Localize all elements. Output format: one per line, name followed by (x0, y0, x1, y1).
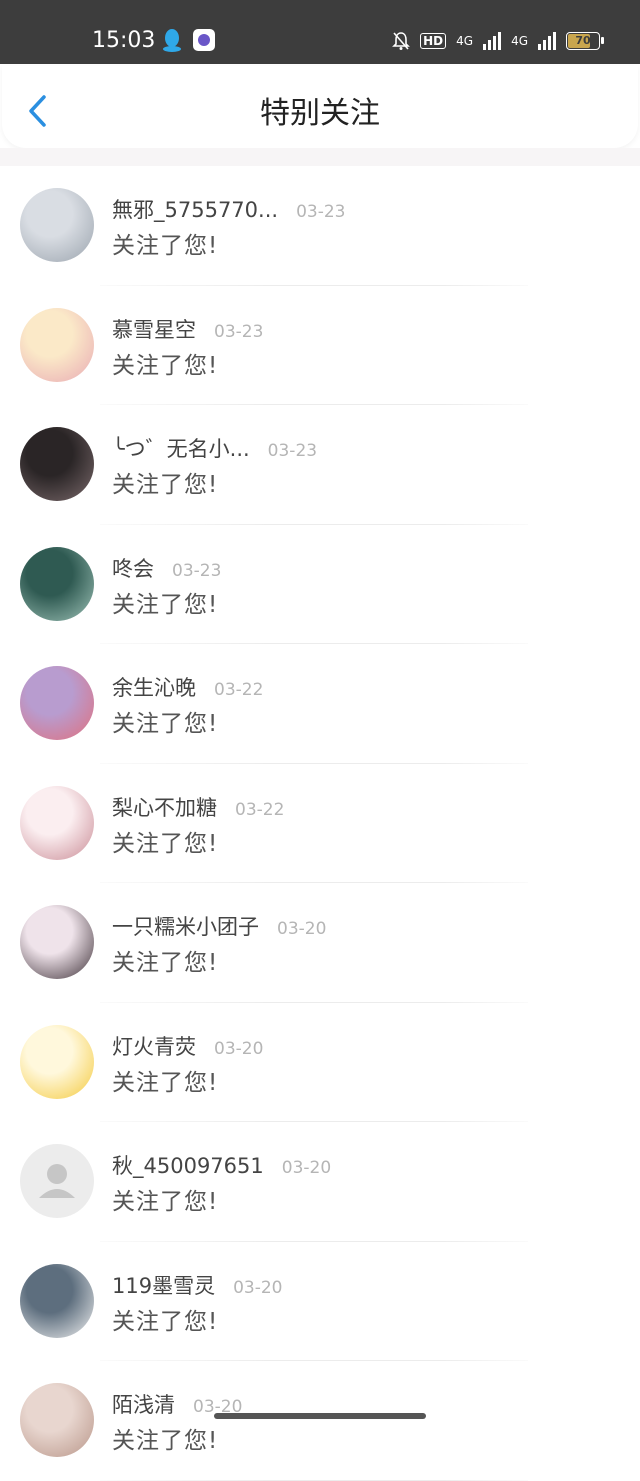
name-line: 慕雪星空 03-23 (112, 314, 263, 344)
default-user-icon (20, 1144, 94, 1218)
follow-date: 03-23 (267, 441, 318, 461)
follow-message: 关注了您! (112, 711, 219, 737)
signal-icon (483, 32, 502, 50)
network-type-2: 4G (511, 34, 528, 48)
page-title: 特别关注 (260, 96, 380, 131)
follow-message: 关注了您! (112, 472, 219, 498)
list-item[interactable]: 余生沁晚 03-22 关注了您! (0, 644, 640, 764)
follow-date: 03-20 (281, 1158, 332, 1178)
follow-date: 03-20 (277, 919, 327, 939)
user-name[interactable]: 119墨雪灵 (112, 1270, 215, 1300)
name-line: 119墨雪灵 03-20 (112, 1270, 283, 1300)
list-item[interactable]: 一只糯米小团子 03-20 关注了您! (0, 883, 640, 1003)
follow-list: 無邪_5755770... 03-23 关注了您! 慕雪星空 03-23 关注了您! ╰つ゛… (0, 166, 640, 1481)
follow-date: 03-22 (214, 680, 264, 700)
avatar[interactable] (20, 427, 94, 501)
battery-icon: 70 (566, 32, 604, 50)
follow-date: 03-23 (296, 202, 346, 222)
top-bar: 特别关注 (2, 66, 638, 148)
follow-message: 关注了您! (112, 1069, 219, 1096)
name-line: 咚会 03-23 (112, 553, 221, 583)
list-item[interactable]: 陌浅清 03-20 关注了您! (0, 1361, 640, 1481)
avatar[interactable] (20, 1383, 94, 1457)
signal-icon-2 (538, 32, 556, 50)
avatar[interactable] (20, 188, 94, 262)
user-name[interactable]: 秋_450097651 (112, 1150, 264, 1180)
follow-message: 关注了您! (112, 352, 219, 379)
qq-notification-icon (163, 29, 181, 52)
user-name[interactable]: 余生沁晚 (112, 672, 196, 702)
network-type-1: 4G (456, 34, 474, 48)
list-item[interactable]: 119墨雪灵 03-20 关注了您! (0, 1242, 640, 1361)
user-name[interactable]: 陌浅清 (112, 1389, 175, 1419)
list-item[interactable]: 灯火青荧 03-20 关注了您! (0, 1003, 640, 1122)
follow-date: 03-20 (214, 1038, 264, 1059)
follow-date: 03-20 (233, 1277, 283, 1298)
follow-message: 关注了您! (112, 1428, 219, 1454)
list-item[interactable]: ╰つ゛无名小... 03-23 关注了您! (0, 405, 640, 525)
status-indicators: HD 4G 4G 70 (392, 28, 604, 54)
list-item[interactable]: 咚会 03-23 关注了您! (0, 525, 640, 644)
avatar[interactable] (20, 905, 94, 979)
home-indicator[interactable] (214, 1413, 426, 1419)
header-separator (0, 148, 640, 166)
follow-date: 03-23 (172, 560, 222, 581)
avatar[interactable] (20, 785, 94, 860)
battery-level: 70 (575, 34, 591, 47)
user-name[interactable]: 無邪_5755770... (112, 194, 278, 224)
avatar[interactable] (20, 1144, 94, 1218)
follow-date: 03-22 (235, 799, 285, 820)
name-line: 余生沁晚 03-22 (112, 672, 263, 702)
avatar[interactable] (20, 1263, 94, 1338)
name-line: 無邪_5755770... 03-23 (112, 194, 345, 224)
user-name[interactable]: 慕雪星空 (112, 314, 196, 344)
list-item[interactable]: 梨心不加糖 03-22 关注了您! (0, 764, 640, 883)
user-name[interactable]: 一只糯米小团子 (112, 911, 259, 941)
list-item[interactable]: 秋_450097651 03-20 关注了您! (0, 1122, 640, 1242)
name-line: 一只糯米小团子 03-20 (112, 911, 326, 941)
user-name[interactable]: 灯火青荧 (112, 1031, 196, 1061)
divider (100, 1479, 528, 1481)
name-line: 秋_450097651 03-20 (112, 1150, 331, 1180)
follow-message: 关注了您! (112, 591, 219, 618)
name-line: ╰つ゛无名小... 03-23 (112, 433, 317, 463)
status-time: 15:03 (92, 28, 156, 53)
follow-message: 关注了您! (112, 1189, 219, 1215)
name-line: 灯火青荧 03-20 (112, 1031, 263, 1061)
user-name[interactable]: 梨心不加糖 (112, 792, 217, 822)
hd-badge: HD (420, 33, 447, 49)
follow-date: 03-23 (214, 321, 264, 342)
user-name[interactable]: 咚会 (112, 553, 154, 583)
avatar[interactable] (20, 546, 94, 621)
app-notification-icon (193, 29, 215, 51)
bell-muted-icon (392, 32, 411, 50)
follow-message: 关注了您! (112, 830, 219, 857)
name-line: 梨心不加糖 03-22 (112, 792, 284, 822)
avatar[interactable] (20, 1024, 94, 1099)
avatar[interactable] (20, 307, 94, 382)
list-item[interactable]: 無邪_5755770... 03-23 关注了您! (0, 166, 640, 286)
follow-message: 关注了您! (112, 233, 219, 259)
follow-message: 关注了您! (112, 1308, 219, 1335)
status-bar: 15:03 HD 4G 4G 70 (0, 0, 640, 64)
user-name[interactable]: ╰つ゛无名小... (112, 433, 250, 463)
avatar[interactable] (20, 666, 94, 740)
list-item[interactable]: 慕雪星空 03-23 关注了您! (0, 286, 640, 405)
follow-message: 关注了您! (112, 950, 219, 976)
